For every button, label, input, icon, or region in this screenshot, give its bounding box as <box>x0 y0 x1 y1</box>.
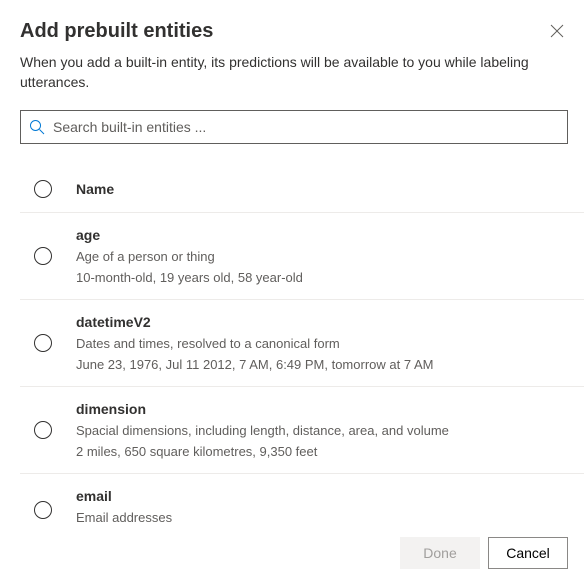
add-prebuilt-entities-dialog: Add prebuilt entities When you add a bui… <box>0 0 588 583</box>
entity-content: email Email addresses <box>76 488 584 523</box>
list-header: Name <box>20 162 584 213</box>
select-all-col <box>20 180 76 198</box>
entity-name: age <box>76 227 584 243</box>
entity-description: Age of a person or thing <box>76 249 584 264</box>
entity-examples: 10-month-old, 19 years old, 58 year-old <box>76 270 584 285</box>
entity-radio[interactable] <box>34 334 52 352</box>
entity-radio[interactable] <box>34 247 52 265</box>
dialog-description: When you add a built-in entity, its pred… <box>20 53 568 92</box>
dialog-header: Add prebuilt entities <box>20 20 568 53</box>
dialog-title: Add prebuilt entities <box>20 20 213 43</box>
entity-name: datetimeV2 <box>76 314 584 330</box>
entity-row[interactable]: dimension Spacial dimensions, including … <box>20 387 584 474</box>
dialog-footer: Done Cancel <box>20 523 568 583</box>
search-box[interactable] <box>20 110 568 144</box>
select-all-radio[interactable] <box>34 180 52 198</box>
entity-description: Spacial dimensions, including length, di… <box>76 423 584 438</box>
entity-row[interactable]: datetimeV2 Dates and times, resolved to … <box>20 300 584 387</box>
entity-content: age Age of a person or thing 10-month-ol… <box>76 227 584 285</box>
search-input[interactable] <box>45 119 559 135</box>
close-button[interactable] <box>546 20 568 44</box>
search-icon <box>29 119 45 135</box>
entity-name: dimension <box>76 401 584 417</box>
entity-examples: 2 miles, 650 square kilometres, 9,350 fe… <box>76 444 584 459</box>
done-button[interactable]: Done <box>400 537 480 569</box>
entity-content: datetimeV2 Dates and times, resolved to … <box>76 314 584 372</box>
entity-description: Dates and times, resolved to a canonical… <box>76 336 584 351</box>
entity-radio[interactable] <box>34 421 52 439</box>
entity-row[interactable]: email Email addresses <box>20 474 584 523</box>
entity-radio[interactable] <box>34 501 52 519</box>
entity-content: dimension Spacial dimensions, including … <box>76 401 584 459</box>
entity-description: Email addresses <box>76 510 584 523</box>
name-column-header[interactable]: Name <box>76 181 114 197</box>
entity-examples: June 23, 1976, Jul 11 2012, 7 AM, 6:49 P… <box>76 357 584 372</box>
cancel-button[interactable]: Cancel <box>488 537 568 569</box>
close-icon <box>550 24 564 38</box>
entity-row[interactable]: age Age of a person or thing 10-month-ol… <box>20 213 584 300</box>
entity-list[interactable]: Name age Age of a person or thing 10-mon… <box>0 162 588 523</box>
entity-name: email <box>76 488 584 504</box>
